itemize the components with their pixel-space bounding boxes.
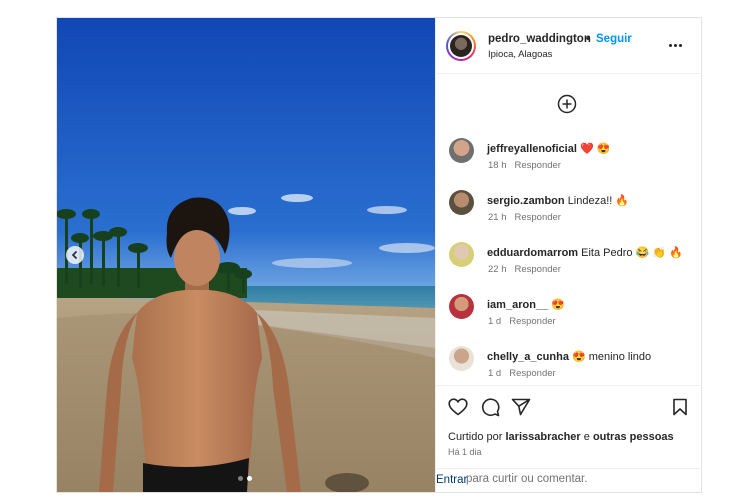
comment-item: chelly_a_cunha 😍 menino lindo 1 d Respond… (446, 346, 696, 390)
post-photo (57, 18, 435, 492)
comment-text: 😍 (551, 299, 565, 311)
comment-item: jeffreyallenoficial ❤️ 😍 18 h Responder (446, 138, 696, 182)
carousel-prev-button[interactable] (66, 246, 84, 264)
commenter-avatar[interactable] (449, 294, 474, 319)
heart-icon[interactable] (448, 398, 468, 421)
instagram-post: pedro_waddington • Seguir Ipioca, Alagoa… (56, 17, 702, 493)
comment-text: Eita Pedro 😂 👏 🔥 (581, 247, 683, 259)
header-separator: • (586, 33, 590, 45)
comment-text: Lindeza!! 🔥 (567, 195, 630, 207)
carousel-dot-active (247, 476, 252, 481)
ellipsis-icon[interactable] (669, 44, 682, 47)
commenter-avatar[interactable] (449, 346, 474, 371)
commenter-avatar[interactable] (449, 190, 474, 215)
comment-username[interactable]: jeffreyallenoficial (487, 143, 577, 155)
comment-text: ❤️ 😍 (579, 143, 611, 155)
comment-username[interactable]: iam_aron__ (487, 299, 548, 311)
chevron-left-icon (71, 250, 78, 260)
commenter-avatar[interactable] (449, 242, 474, 267)
beach-photo (57, 18, 435, 492)
reply-button[interactable]: Responder (515, 160, 561, 171)
post-header: pedro_waddington • Seguir Ipioca, Alagoa… (436, 18, 702, 74)
follow-button[interactable]: Seguir (596, 33, 632, 45)
post-date[interactable]: Há 1 dia (448, 447, 482, 457)
author-username[interactable]: pedro_waddington (488, 33, 591, 45)
comment-input[interactable] (466, 473, 666, 485)
reply-button[interactable]: Responder (515, 212, 561, 223)
comment-username[interactable]: edduardomarrom (487, 247, 578, 259)
comment-box: Entrar (436, 468, 702, 494)
author-avatar[interactable] (446, 31, 476, 61)
comment-time[interactable]: 22 h (488, 264, 507, 275)
liked-by-summary: Curtido por larissabracher e outras pess… (448, 431, 674, 443)
liked-by-others[interactable]: outras pessoas (593, 431, 674, 443)
speech-bubble-icon[interactable] (480, 398, 500, 423)
comment-username[interactable]: sergio.zambon (487, 195, 565, 207)
comment-username[interactable]: chelly_a_cunha (487, 351, 569, 363)
plus-circle-icon[interactable] (557, 94, 577, 119)
reply-button[interactable]: Responder (515, 264, 561, 275)
commenter-avatar[interactable] (449, 138, 474, 163)
comment-item: iam_aron__ 😍 1 d Responder (446, 294, 696, 338)
comment-item: edduardomarrom Eita Pedro 😂 👏 🔥 22 h Resp… (446, 242, 696, 286)
comment-time[interactable]: 1 d (488, 316, 501, 327)
carousel-indicator (238, 476, 252, 481)
comment-time[interactable]: 21 h (488, 212, 507, 223)
post-side-panel: pedro_waddington • Seguir Ipioca, Alagoa… (435, 18, 702, 492)
comment-time[interactable]: 18 h (488, 160, 507, 171)
bookmark-icon[interactable] (672, 398, 688, 421)
post-actions: Curtido por larissabracher e outras pess… (436, 385, 702, 493)
post-location[interactable]: Ipioca, Alagoas (488, 49, 552, 60)
comment-time[interactable]: 1 d (488, 368, 501, 379)
carousel-dot (238, 476, 243, 481)
comment-text: 😍 menino lindo (572, 351, 652, 363)
liked-by-user[interactable]: larissabracher (505, 431, 580, 443)
comment-item: sergio.zambon Lindeza!! 🔥 21 h Responder (446, 190, 696, 234)
reply-button[interactable]: Responder (509, 316, 555, 327)
reply-button[interactable]: Responder (509, 368, 555, 379)
paper-plane-icon[interactable] (511, 398, 531, 421)
login-link[interactable]: Entrar (436, 474, 467, 486)
